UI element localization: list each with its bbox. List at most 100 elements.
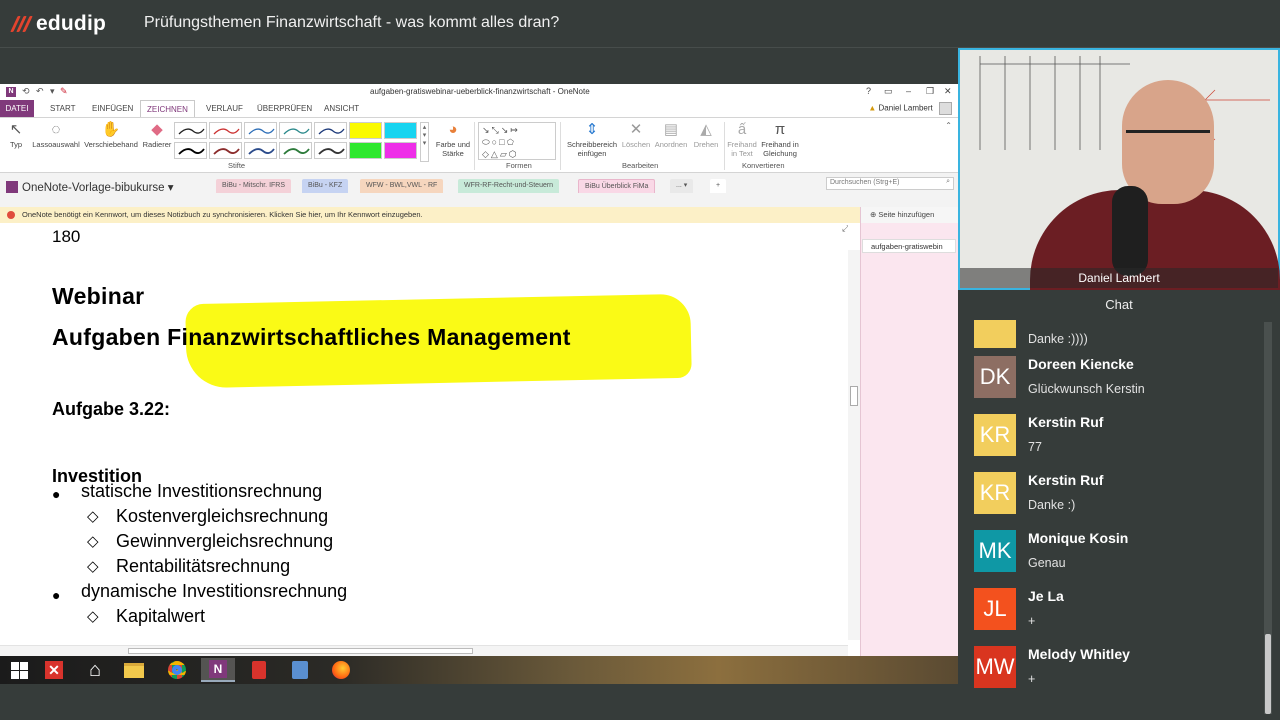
arrange-button[interactable]: ▤ Anordnen [652,121,690,149]
window-titlebar: N ⟲ ↶ ▾ ✎ aufgaben-gratiswebinar-ueberbl… [0,84,958,100]
pen-teal[interactable] [279,122,312,139]
color-width-button[interactable]: ◕ Farbe und Stärke [432,121,474,158]
rotate-button[interactable]: ◭ Drehen [690,121,722,149]
ribbon-separator [474,122,475,170]
pan-button[interactable]: ✋ Verschiebehand [82,121,140,149]
firefox-icon[interactable] [324,658,358,682]
tab-ueberpruefen[interactable]: ÜBERPRÜFEN [251,100,318,117]
close-icon[interactable]: ✕ [944,86,952,97]
xmind-icon[interactable]: ✕ [37,658,71,682]
add-section-icon[interactable]: + [710,179,727,193]
heading-aufgaben: Aufgaben Finanzwirtschaftliches Manageme… [52,324,571,351]
windows-start-icon[interactable] [2,658,36,682]
user-name: Daniel Lambert [878,103,933,113]
type-button[interactable]: ↖ Typ [4,121,28,149]
tab-zeichnen[interactable]: ZEICHNEN [140,100,195,117]
pen-darkred[interactable] [209,142,242,159]
highlighter-cyan[interactable] [384,122,417,139]
collapse-ribbon-icon[interactable]: ⌃ [945,121,952,130]
pen-black-2[interactable] [174,142,207,159]
ink-to-text-label-2: in Text [731,149,753,158]
add-page-label: Seite hinzufügen [878,210,935,219]
note-page[interactable]: 180 ⤢ Webinar Aufgaben Finanzwirtschaftl… [0,223,848,647]
tab-datei[interactable]: DATEI [0,100,34,117]
avatar [974,320,1016,348]
group-label-convert: Konvertieren [742,161,785,170]
notebook-name: OneNote-Vorlage-bibukurse [22,182,165,194]
section-tab[interactable]: WFR-RF-Recht-und-Steuern [458,179,560,193]
sender-name: Melody Whitley [1028,646,1130,662]
pen-gallery-more-icon[interactable]: ▴ ▾ ▾ [420,122,429,162]
back-icon[interactable]: ⟲ [22,86,30,97]
expand-icon[interactable]: ⤢ [842,223,848,234]
diamond-bullet-icon: ◇ [87,508,99,525]
pdf-reader-icon[interactable] [242,658,276,682]
pen-blue[interactable] [244,122,277,139]
horizontal-scrollbar[interactable] [0,645,848,656]
tab-einfuegen[interactable]: EINFÜGEN [86,100,139,117]
tab-ansicht[interactable]: ANSICHT [318,100,365,117]
undo-icon[interactable]: ↶ [36,86,44,97]
pan-label: Verschiebehand [84,140,138,149]
diamond-bullet-icon: ◇ [87,558,99,575]
search-icon: ⌕ [946,178,950,185]
ink-to-math-button[interactable]: π Freihand in Gleichung [758,121,802,158]
chat-message: JL Je La + [974,588,1264,634]
user-account[interactable]: ▲ Daniel Lambert [868,102,952,115]
color-width-label-2: Stärke [442,149,464,158]
home-icon[interactable]: ⌂ [78,658,112,682]
eraser-button[interactable]: ◆ Radierer [140,121,174,149]
group-label-shapes: Formen [506,161,532,170]
delete-button[interactable]: ✕ Löschen [620,121,652,149]
section-tab-active[interactable]: BiBu Überblick FiMa [578,179,656,193]
app-icon[interactable] [283,658,317,682]
highlighter-yellow[interactable] [349,122,382,139]
notebook-selector[interactable]: OneNote-Vorlage-bibukurse ▾ [6,180,174,194]
pen-gallery: ▴ ▾ ▾ [174,122,430,162]
highlighter-magenta[interactable] [384,142,417,159]
scrollbar-thumb[interactable] [1265,634,1271,714]
hand-icon: ✋ [101,121,121,138]
pen-navy[interactable] [244,142,277,159]
help-icon[interactable]: ? [866,86,871,96]
fullscreen-icon[interactable]: ▭ [884,86,893,97]
vertical-scrollbar[interactable] [848,250,860,640]
restore-icon[interactable]: ❐ [926,86,934,97]
more-sections[interactable]: ... ▾ [670,179,694,193]
highlighter-green[interactable] [349,142,382,159]
pen-red[interactable] [209,122,242,139]
pen-green[interactable] [279,142,312,159]
section-tab[interactable]: BiBu - KFZ [302,179,349,193]
add-page-button[interactable]: ⊕ Seite hinzufügen [861,207,958,223]
minimize-icon[interactable]: – [906,86,911,96]
onenote-taskbar-icon[interactable]: N [201,658,235,682]
section-tab[interactable]: BiBu - Mitschr. IFRS [216,179,292,193]
chrome-icon[interactable] [160,658,194,682]
pen-black[interactable] [174,122,207,139]
pen-dark[interactable] [314,142,347,159]
scrollbar-thumb[interactable] [850,386,858,406]
tab-start[interactable]: START [44,100,81,117]
page-tab[interactable]: aufgaben-gratiswebin [862,239,956,253]
shapes-gallery[interactable]: ↘⤡↘↦ ⬭○□⬠ ◇△▱⬡ [478,122,556,160]
list-item: Gewinnvergleichsrechnung [116,531,334,551]
message-text: + [1028,672,1036,686]
insert-space-button[interactable]: ⇕ Schreibbereich einfügen [564,121,620,158]
file-explorer-icon[interactable] [117,658,151,682]
scrollbar-thumb[interactable] [128,648,473,654]
edudip-logo[interactable]: edudip [10,10,106,38]
sync-message-bar[interactable]: OneNote benötigt ein Kennwort, um dieses… [0,207,860,223]
search-input[interactable]: Durchsuchen (Strg+E) ⌕ [826,177,954,190]
insert-space-label-2: einfügen [577,149,607,158]
sender-name: Doreen Kiencke [1028,356,1134,372]
ink-to-text-button[interactable]: ấ Freihand in Text [726,121,758,158]
dropdown-icon[interactable]: ▾ [50,86,55,97]
lasso-label: Lassoauswahl [32,140,80,149]
chat-scrollbar[interactable] [1264,322,1272,714]
section-tab[interactable]: WFW - BWL,VWL - RF [360,179,444,193]
tab-verlauf[interactable]: VERLAUF [200,100,249,117]
pen-icon[interactable]: ✎ [60,86,68,97]
chat-message: KR Kerstin Ruf Danke :) [974,472,1264,518]
pen-darkblue[interactable] [314,122,347,139]
lasso-button[interactable]: ◌ Lassoauswahl [30,121,82,149]
